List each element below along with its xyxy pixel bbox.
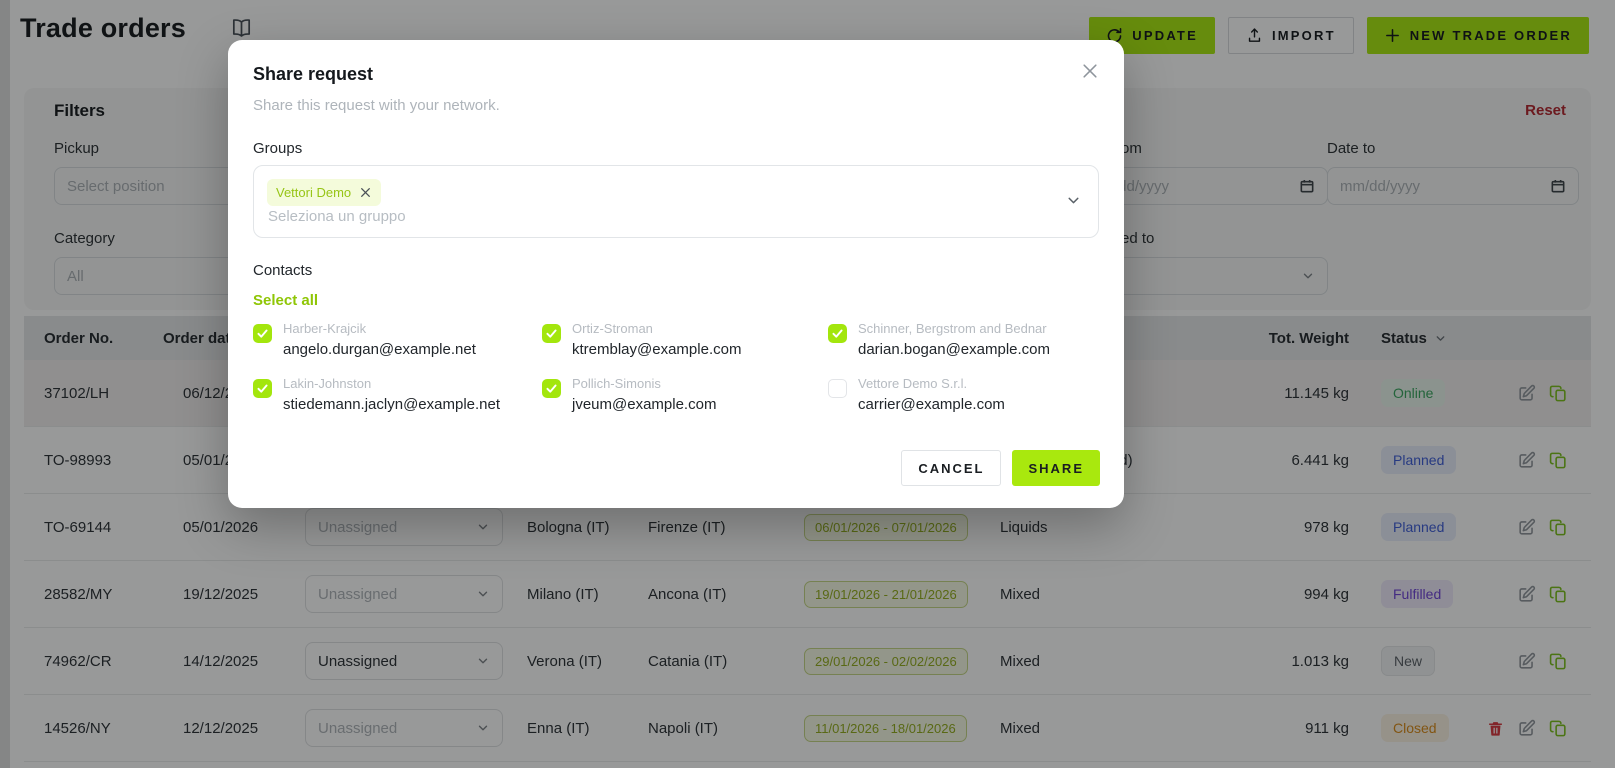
contact-email: jveum@example.com <box>572 396 828 413</box>
contact-email: ktremblay@example.com <box>572 341 828 358</box>
trade-orders-page: Trade orders UPDATE <box>0 0 1615 768</box>
contact-company-name: Lakin-Johnston <box>283 376 542 391</box>
checkbox-unchecked[interactable] <box>828 379 847 398</box>
modal-title: Share request <box>253 64 373 85</box>
contact-item: Harber-Krajcik angelo.durgan@example.net <box>253 321 542 361</box>
checkbox-checked[interactable] <box>542 324 561 343</box>
contact-company-name: Vettore Demo S.r.l. <box>858 376 1099 391</box>
group-tag-label: Vettori Demo <box>276 185 351 200</box>
contacts-grid: Harber-Krajcikangelo.durgan@example.netO… <box>253 321 1099 416</box>
contact-item: Pollich-Simonis jveum@example.com <box>542 376 828 416</box>
contact-email: darian.bogan@example.com <box>858 341 1099 358</box>
contact-company-name: Schinner, Bergstrom and Bednar <box>858 321 1099 336</box>
select-all-link[interactable]: Select all <box>253 292 318 309</box>
contact-email: angelo.durgan@example.net <box>283 341 542 358</box>
checkbox-checked[interactable] <box>253 324 272 343</box>
cancel-button[interactable]: CANCEL <box>901 450 1001 486</box>
close-icon[interactable] <box>1080 61 1100 81</box>
checkbox-checked[interactable] <box>542 379 561 398</box>
modal-subtitle: Share this request with your network. <box>253 97 500 114</box>
share-button[interactable]: SHARE <box>1012 450 1100 486</box>
chevron-down-icon[interactable] <box>1065 192 1082 209</box>
group-search-input[interactable]: Seleziona un gruppo <box>268 208 406 225</box>
group-tag: Vettori Demo <box>267 179 381 206</box>
contact-company-name: Pollich-Simonis <box>572 376 828 391</box>
contact-item: Vettore Demo S.r.l. carrier@example.com <box>828 376 1099 416</box>
share-request-modal: Share request Share this request with yo… <box>228 40 1124 508</box>
contact-item: Schinner, Bergstrom and Bednar darian.bog… <box>828 321 1099 361</box>
contact-email: carrier@example.com <box>858 396 1099 413</box>
contact-company-name: Harber-Krajcik <box>283 321 542 336</box>
remove-tag-icon[interactable] <box>359 186 372 199</box>
contacts-label: Contacts <box>253 262 312 279</box>
groups-label: Groups <box>253 140 302 157</box>
contact-email: stiedemann.jaclyn@example.net <box>283 396 542 413</box>
groups-multiselect[interactable]: Vettori Demo Seleziona un gruppo <box>253 165 1099 238</box>
checkbox-checked[interactable] <box>253 379 272 398</box>
contact-item: Ortiz-Stroman ktremblay@example.com <box>542 321 828 361</box>
checkbox-checked[interactable] <box>828 324 847 343</box>
modal-footer: CANCEL SHARE <box>901 450 1100 486</box>
contact-item: Lakin-Johnston stiedemann.jaclyn@example.… <box>253 376 542 416</box>
contact-company-name: Ortiz-Stroman <box>572 321 828 336</box>
